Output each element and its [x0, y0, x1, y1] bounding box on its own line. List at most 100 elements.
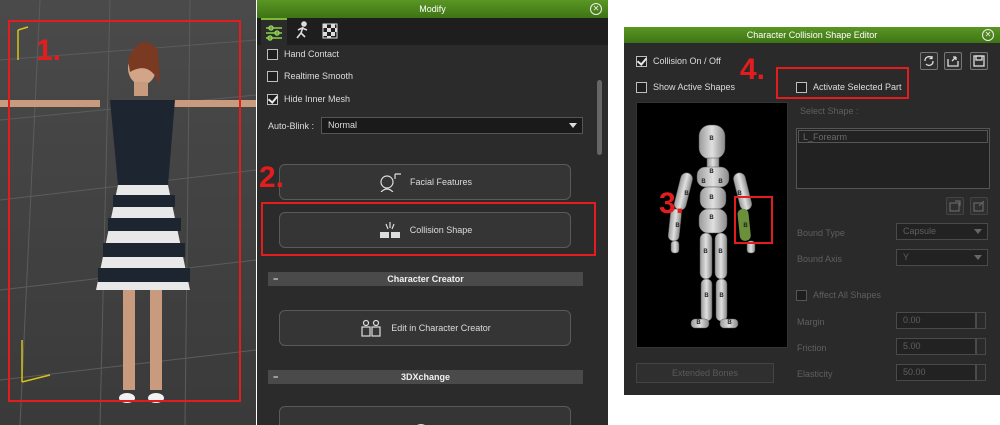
folder-load-icon [947, 56, 959, 67]
facial-features-button[interactable]: Facial Features [279, 164, 571, 200]
bone-marker: B [718, 179, 723, 185]
friction-stepper[interactable] [976, 338, 986, 355]
annotation-box-2 [261, 202, 596, 256]
bound-axis-select[interactable]: Y [896, 249, 988, 266]
scrollbar[interactable] [597, 80, 602, 155]
checker-icon [322, 23, 338, 39]
character-creator-icon [361, 319, 381, 337]
bone-marker: B [709, 169, 714, 175]
section-3dxchange[interactable]: − 3DXchange [268, 370, 583, 384]
3dxchange-button[interactable] [279, 406, 571, 425]
tab-motion[interactable] [289, 18, 315, 45]
show-active-shapes-checkbox[interactable] [636, 81, 647, 93]
margin-stepper[interactable] [976, 312, 986, 329]
section-character-creator-title: Character Creator [387, 274, 464, 284]
collision-onoff-option[interactable]: Collision On / Off [636, 53, 721, 69]
bound-type-select[interactable]: Capsule [896, 223, 988, 240]
margin-label: Margin [797, 317, 825, 327]
annotation-box-3 [734, 196, 773, 244]
bone-marker: B [709, 215, 714, 221]
export-icon [949, 200, 961, 212]
hide-inner-mesh-option[interactable]: Hide Inner Mesh [267, 91, 350, 107]
shape-list-item[interactable]: L_Forearm [798, 130, 988, 143]
tab-attributes[interactable] [261, 18, 287, 45]
annotation-box-4 [776, 67, 909, 99]
save-button[interactable] [970, 52, 988, 70]
elasticity-stepper[interactable] [976, 364, 986, 381]
bone-marker: B [718, 249, 723, 255]
chevron-down-icon [974, 255, 982, 260]
hide-inner-mesh-label: Hide Inner Mesh [284, 94, 351, 104]
collision-onoff-label: Collision On / Off [653, 56, 721, 66]
collapse-icon: − [273, 274, 279, 284]
elasticity-label: Elasticity [797, 369, 833, 379]
annotation-number-4: 4. [740, 53, 766, 86]
skeleton-preview[interactable]: B B B B B B B B B B B B B B B B 3. [636, 102, 788, 348]
collision-onoff-checkbox[interactable] [636, 55, 647, 67]
hand-contact-label: Hand Contact [284, 49, 340, 59]
annotation-number-1: 1. [36, 34, 62, 67]
realtime-smooth-label: Realtime Smooth [284, 71, 354, 81]
bone-marker: B [709, 195, 714, 201]
modify-panel: Modify ✕ Hand Contact Realtime Smooth Hi… [257, 0, 608, 425]
friction-input[interactable]: 5.00 [896, 338, 976, 355]
hand-contact-option[interactable]: Hand Contact [267, 46, 339, 62]
section-character-creator[interactable]: − Character Creator [268, 272, 583, 286]
bound-type-value: Capsule [903, 226, 937, 236]
3dxchange-icon [417, 424, 425, 425]
realtime-smooth-checkbox[interactable] [267, 70, 278, 82]
chevron-down-icon [569, 123, 577, 128]
realtime-smooth-option[interactable]: Realtime Smooth [267, 68, 353, 84]
extended-bones-button[interactable]: Extended Bones [636, 363, 774, 383]
bone-marker: B [703, 249, 708, 255]
load-button[interactable] [944, 52, 962, 70]
edit-in-character-creator-button[interactable]: Edit in Character Creator [279, 310, 571, 346]
chevron-down-icon [974, 229, 982, 234]
auto-blink-label: Auto-Blink : [268, 121, 315, 131]
import-icon [973, 200, 985, 212]
bone-marker: B [704, 293, 709, 299]
tab-material[interactable] [317, 18, 343, 45]
bone-marker: B [696, 320, 701, 326]
auto-blink-select[interactable]: Normal [321, 117, 583, 134]
section-3dxchange-title: 3DXchange [400, 372, 451, 382]
friction-label: Friction [797, 343, 827, 353]
shape-list[interactable]: L_Forearm [796, 128, 990, 189]
affect-all-shapes-option[interactable]: Affect All Shapes [796, 287, 881, 303]
bound-axis-label: Bound Axis [797, 254, 843, 264]
annotation-number-3: 3. [659, 187, 685, 220]
hand-contact-checkbox[interactable] [267, 48, 278, 60]
collapse-icon: − [273, 372, 279, 382]
bone-marker: B [727, 320, 732, 326]
refresh-button[interactable] [920, 52, 938, 70]
bone-marker: B [709, 136, 714, 142]
facial-features-label: Facial Features [409, 177, 473, 187]
affect-all-shapes-checkbox[interactable] [796, 289, 807, 301]
hide-inner-mesh-checkbox[interactable] [267, 93, 278, 105]
show-active-shapes-option[interactable]: Show Active Shapes [636, 79, 735, 95]
refresh-icon [924, 56, 934, 66]
export-shape-button[interactable] [946, 197, 964, 215]
margin-input[interactable]: 0.00 [896, 312, 976, 329]
modify-title: Modify [419, 4, 446, 14]
collision-shape-editor-window: Character Collision Shape Editor ✕ Colli… [624, 27, 1000, 395]
bound-axis-value: Y [903, 252, 910, 262]
bone-marker: B [701, 179, 706, 185]
close-icon[interactable]: ✕ [590, 3, 602, 15]
modify-titlebar: Modify ✕ [257, 0, 608, 18]
import-shape-button[interactable] [970, 197, 988, 215]
edit-in-character-creator-label: Edit in Character Creator [391, 323, 491, 333]
bone-marker: B [675, 223, 680, 229]
bone-marker: B [684, 191, 689, 197]
elasticity-input[interactable]: 50.00 [896, 364, 976, 381]
close-icon[interactable]: ✕ [982, 29, 994, 41]
save-icon [973, 55, 985, 67]
modify-tabbar [257, 18, 608, 45]
annotation-box-1 [8, 20, 241, 402]
face-icon [380, 173, 401, 192]
select-shape-label: Select Shape : [800, 106, 859, 116]
3d-viewport[interactable]: 1. [0, 0, 256, 425]
editor-titlebar: Character Collision Shape Editor ✕ [624, 27, 1000, 43]
affect-all-shapes-label: Affect All Shapes [813, 290, 881, 300]
sliders-icon [266, 25, 282, 41]
